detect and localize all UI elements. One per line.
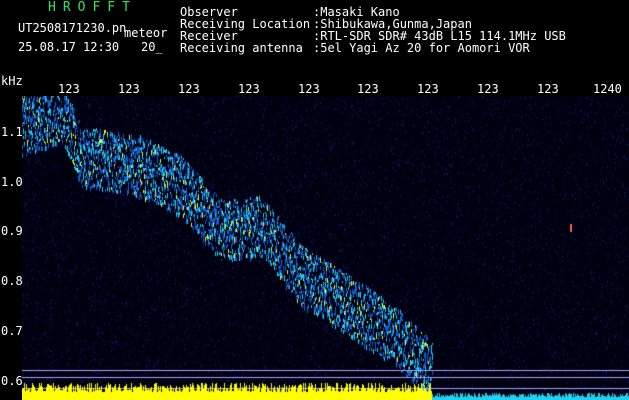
x-tick-label: 123 <box>357 82 379 96</box>
spectrogram-canvas <box>22 96 629 400</box>
y-tick-label: 0.7 <box>1 324 23 338</box>
filename-label: UT2508171230.pn <box>18 21 127 35</box>
x-tick-label: 123 <box>238 82 260 96</box>
x-tick-label: 123 <box>118 82 140 96</box>
antenna-value: :5el Yagi Az 20 for Aomori VOR <box>313 41 530 55</box>
datetime-label: 25.08.17 12:30 <box>18 40 120 54</box>
y-tick-label: 0.6 <box>1 374 23 388</box>
y-tick-label: 0.9 <box>1 224 23 238</box>
y-tick-label: 0.8 <box>1 274 23 288</box>
x-tick-label: 123 <box>417 82 439 96</box>
x-tick-label: 123 <box>58 82 80 96</box>
tag-label: meteor <box>124 26 168 40</box>
x-tick-label: 123 <box>537 82 559 96</box>
y-axis-unit: kHz <box>1 74 23 88</box>
number-label: 20_ <box>141 40 163 54</box>
y-tick-label: 1.1 <box>1 125 23 139</box>
x-tick-label: 1240 <box>593 82 622 96</box>
y-tick-label: 1.0 <box>1 175 23 189</box>
antenna-label: Receiving antenna <box>180 41 303 55</box>
app-title: HROFFT <box>48 0 137 15</box>
x-tick-label: 123 <box>477 82 499 96</box>
x-tick-label: 123 <box>298 82 320 96</box>
x-tick-label: 123 <box>178 82 200 96</box>
